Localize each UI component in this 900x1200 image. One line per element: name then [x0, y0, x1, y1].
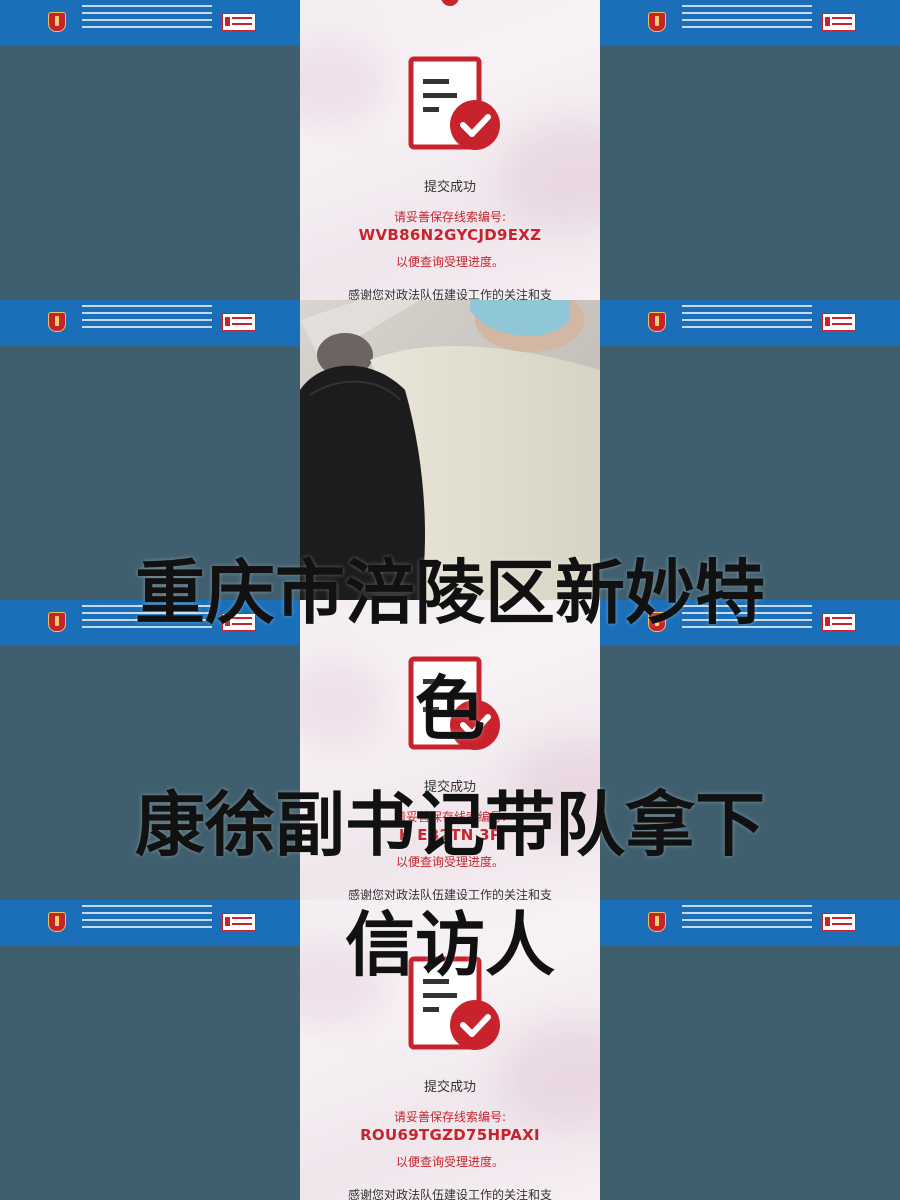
banner-text: [82, 5, 212, 33]
clue-code: WVB86N2GYCJD9EXZ: [358, 226, 542, 244]
emblem-icon: [648, 12, 666, 32]
banner-text: [82, 305, 212, 333]
footer-banner: [0, 0, 300, 46]
footer-banner: [0, 300, 300, 346]
overlay-caption-line-3: 康徐副书记带队拿下: [135, 784, 765, 866]
document-check-icon: [408, 56, 500, 150]
footer-banner: [600, 0, 900, 46]
side-panel-left: [0, 0, 300, 300]
banner-text: [682, 5, 812, 33]
side-panel-right: [600, 0, 900, 300]
footer-banner: [600, 300, 900, 346]
row-1: 提交成功 请妥善保存线索编号: WVB86N2GYCJD9EXZ 以便查询受理进…: [0, 0, 900, 300]
thanks-text: 感谢您对政法队伍建设工作的关注和支: [347, 888, 552, 900]
progress-hint: 以便查询受理进度。: [395, 255, 504, 269]
badge-icon: [822, 13, 856, 31]
submission-panel: 提交成功 请妥善保存线索编号: WVB86N2GYCJD9EXZ 以便查询受理进…: [300, 0, 600, 300]
emblem-icon: [48, 312, 66, 332]
thanks-text: 感谢您对政法队伍建设工作的关注和支: [347, 288, 552, 300]
save-code-hint: 请妥善保存线索编号:: [393, 1110, 507, 1124]
icon-fragment: [441, 0, 459, 6]
thanks-text: 感谢您对政法队伍建设工作的关注和支: [347, 1188, 552, 1200]
clue-code: ROU69TGZD75HPAXI: [360, 1126, 540, 1144]
progress-hint: 以便查询受理进度。: [395, 1155, 504, 1169]
banner-text: [682, 305, 812, 333]
success-text: 提交成功: [423, 180, 476, 195]
overlay-caption-line-1: 重庆市涪陵区新妙特: [135, 552, 765, 634]
overlay-caption-line-4: 信访人: [345, 904, 555, 986]
emblem-icon: [48, 12, 66, 32]
success-text: 提交成功: [423, 1080, 476, 1095]
save-code-hint: 请妥善保存线索编号:: [393, 210, 507, 224]
badge-icon: [222, 313, 256, 331]
badge-icon: [822, 313, 856, 331]
emblem-icon: [648, 312, 666, 332]
overlay-caption-line-2: 色: [415, 668, 485, 750]
badge-icon: [222, 13, 256, 31]
